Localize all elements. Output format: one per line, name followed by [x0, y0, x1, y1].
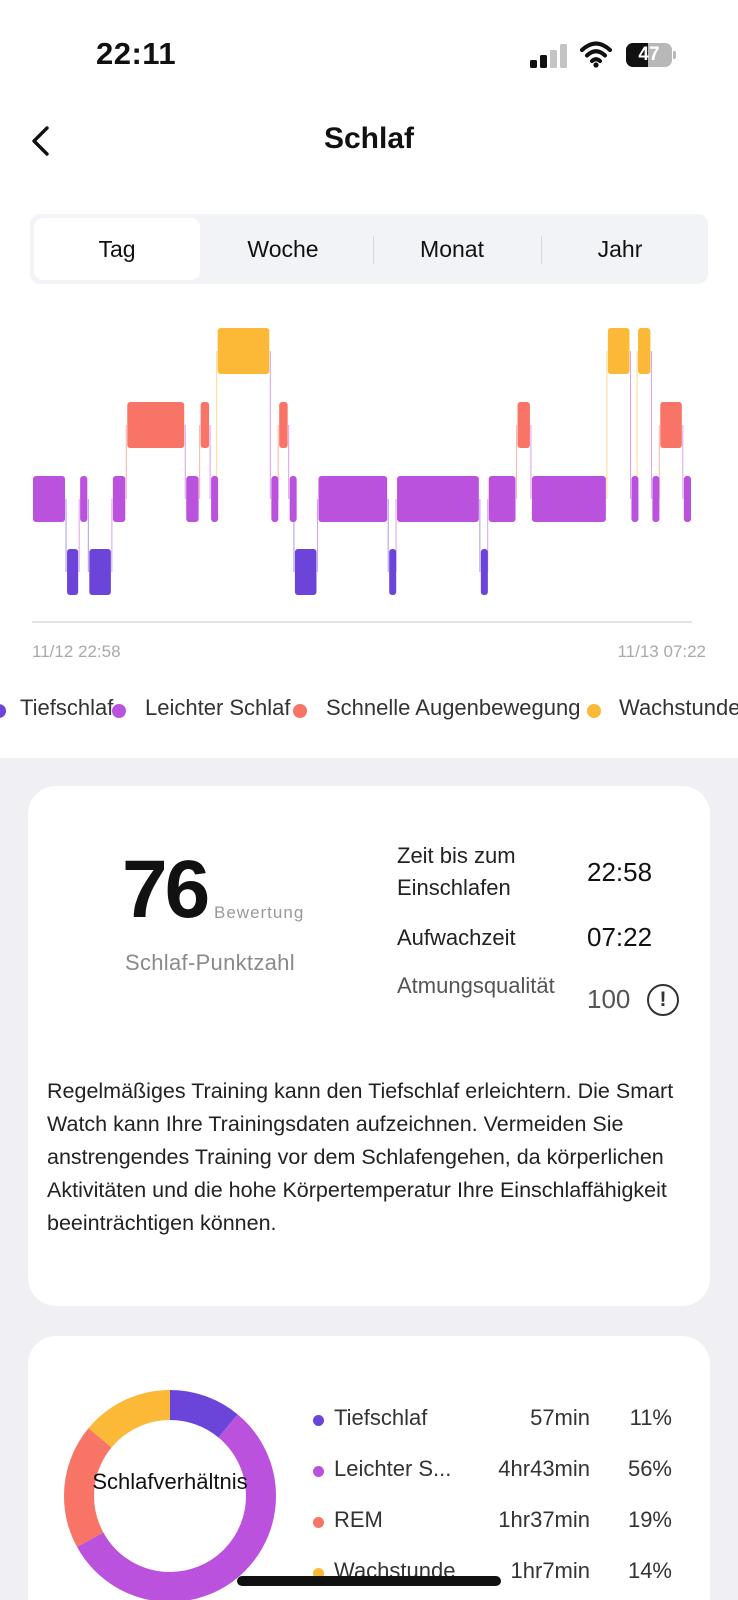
- legend-dot-light: [112, 704, 126, 718]
- wake-time-value: 07:22: [587, 922, 653, 952]
- sleep-score-value: 76: [122, 844, 210, 935]
- wifi-icon: [580, 41, 612, 68]
- sleep-segment-light: [211, 476, 219, 522]
- sleep-segment-light: [186, 476, 199, 522]
- legend-label-deep: Tiefschlaf: [20, 695, 114, 720]
- breakdown-row-deep: Tiefschlaf 57min 11%: [310, 1405, 690, 1439]
- breakdown-dot-light: [313, 1466, 324, 1477]
- tab-month[interactable]: Monat: [368, 218, 536, 280]
- tab-year[interactable]: Jahr: [536, 218, 704, 280]
- sleep-segment-light: [289, 476, 297, 522]
- home-indicator: [237, 1576, 501, 1586]
- sleep-segment-light: [631, 476, 639, 522]
- breakdown-row-light: Leichter S... 4hr43min 56%: [310, 1456, 690, 1490]
- sleep-segment-light: [33, 476, 66, 522]
- sleep-segment-light: [652, 476, 660, 522]
- sleep-segment-rem: [660, 402, 682, 448]
- chart-end-time-label: 11/13 07:22: [617, 642, 706, 661]
- sleep-segment-rem: [517, 402, 530, 448]
- chart-legend: Tiefschlaf Leichter Schlaf Schnelle Auge…: [0, 695, 738, 729]
- sleep-segment-light: [271, 476, 279, 522]
- breakdown-duration: 57min: [530, 1405, 590, 1430]
- sleep-stage-chart: 11/12 22:58 11/13 07:22: [32, 328, 706, 661]
- sleep-ratio-title: Schlafverhältnis: [92, 1469, 248, 1494]
- sleep-segment-light: [488, 476, 516, 522]
- breakdown-duration: 1hr37min: [498, 1507, 590, 1532]
- sleep-segment-light: [80, 476, 88, 522]
- page-title: Schlaf: [323, 122, 415, 155]
- score-unit: Bewertung: [214, 903, 305, 922]
- legend-dot-rem: [293, 704, 307, 718]
- sleep-segment-rem: [200, 402, 210, 448]
- sleep-segment-light: [112, 476, 126, 522]
- breakdown-duration: 4hr43min: [498, 1456, 590, 1481]
- breathing-quality-label: Atmungsqualität: [397, 973, 555, 998]
- sleep-segment-awake: [217, 328, 270, 374]
- breakdown-percent: 14%: [627, 1558, 672, 1583]
- status-time: 22:11: [96, 36, 177, 71]
- sleep-advice-text: Regelmäßiges Training kann den Tiefschla…: [47, 1079, 674, 1235]
- breakdown-duration: 1hr7min: [510, 1558, 590, 1583]
- score-label: Schlaf-Punktzahl: [125, 950, 295, 975]
- info-icon[interactable]: !: [647, 984, 679, 1016]
- fall-asleep-value: 22:58: [587, 857, 653, 887]
- sleep-segment-rem: [279, 402, 288, 448]
- chart-start-time-label: 11/12 22:58: [32, 642, 121, 661]
- sleep-segment-rem: [127, 402, 185, 448]
- sleep-segment-light: [531, 476, 606, 522]
- top-panel: 22:11 47 Schlaf Tag Woche Monat Jahr 11/…: [0, 0, 738, 758]
- status-bar: 22:11 47: [0, 0, 738, 100]
- sleep-segment-awake: [607, 328, 630, 374]
- sleep-segment-awake: [638, 328, 651, 374]
- fall-asleep-label: Zeit bis zum Einschlafen: [397, 843, 516, 900]
- legend-label-rem: Schnelle Augenbewegung: [326, 695, 581, 720]
- breakdown-dot-deep: [313, 1415, 324, 1426]
- sleep-segment-deep: [480, 549, 488, 595]
- sleep-segment-deep: [294, 549, 317, 595]
- breakdown-name: REM: [334, 1507, 383, 1532]
- breakdown-row-awake: Wachstunde 1hr7min 14%: [310, 1558, 690, 1592]
- sleep-segment-deep: [389, 549, 397, 595]
- battery-level: 47: [638, 44, 660, 65]
- sleep-segment-light: [683, 476, 691, 522]
- legend-label-light: Leichter Schlaf: [145, 695, 291, 720]
- tab-week[interactable]: Woche: [200, 218, 366, 280]
- breathing-quality-value: 100: [587, 984, 631, 1014]
- sleep-segment-deep: [89, 549, 111, 595]
- legend-dot-prev: [0, 704, 6, 718]
- sleep-segment-light: [318, 476, 388, 522]
- breakdown-name: Tiefschlaf: [334, 1405, 428, 1430]
- legend-label-awake: Wachstunde: [619, 695, 738, 720]
- breakdown-percent: 56%: [627, 1456, 672, 1481]
- breakdown-name: Leichter S...: [334, 1456, 452, 1481]
- sleep-segment-light: [397, 476, 479, 522]
- breakdown-row-rem: REM 1hr37min 19%: [310, 1507, 690, 1541]
- battery-indicator: 47: [626, 43, 676, 67]
- breakdown-dot-rem: [313, 1517, 324, 1528]
- period-tabs: Tag Woche Monat Jahr: [30, 214, 708, 284]
- tab-day[interactable]: Tag: [34, 218, 200, 280]
- breakdown-percent: 11%: [629, 1405, 672, 1430]
- sleep-segment-deep: [67, 549, 79, 595]
- wake-time-label: Aufwachzeit: [397, 925, 516, 950]
- breakdown-percent: 19%: [627, 1507, 672, 1532]
- cellular-signal-icon: [530, 44, 567, 68]
- legend-dot-awake: [587, 704, 601, 718]
